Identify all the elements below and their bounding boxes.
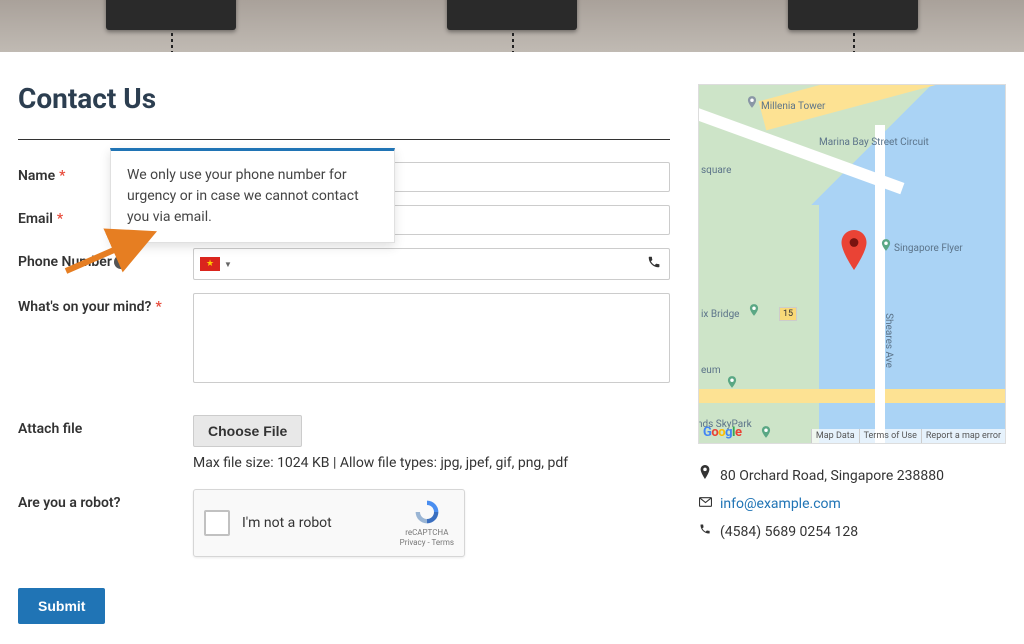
google-logo: Google	[703, 425, 741, 440]
required-mark: *	[57, 211, 63, 227]
chevron-down-icon[interactable]: ▼	[224, 260, 232, 269]
map-poi-icon	[747, 303, 761, 317]
map-label: square	[701, 165, 731, 176]
recaptcha-checkbox[interactable]	[204, 510, 230, 536]
hero-banner	[0, 0, 1024, 52]
map-poi-icon	[745, 95, 759, 109]
tooltip-arrow-icon	[56, 226, 166, 276]
vietnam-flag-icon[interactable]	[200, 257, 220, 271]
phone-icon	[647, 255, 661, 273]
contact-email-link[interactable]: info@example.com	[720, 490, 841, 518]
map-poi-icon	[879, 238, 893, 252]
map-label: ix Bridge	[701, 309, 739, 320]
envelope-icon	[698, 491, 712, 517]
map-pin-icon	[839, 230, 869, 270]
map[interactable]: Millenia Tower Marina Bay Street Circuit…	[698, 84, 1006, 444]
map-label: eum	[701, 365, 721, 376]
form-row-message: What's on your mind? *	[18, 293, 670, 387]
form-row-phone: We only use your phone number for urgenc…	[18, 248, 670, 280]
phone-image	[106, 0, 236, 30]
email-label: Email	[18, 211, 53, 227]
name-label: Name	[18, 168, 55, 184]
contact-address: 80 Orchard Road, Singapore 238880	[720, 462, 944, 490]
location-icon	[698, 463, 712, 489]
required-mark: *	[59, 168, 65, 184]
contact-info: 80 Orchard Road, Singapore 238880 info@e…	[698, 462, 1006, 546]
phone-input[interactable]: ▼	[193, 248, 670, 280]
page-title: Contact Us	[18, 82, 670, 115]
recaptcha-logo: reCAPTCHA Privacy - Terms	[400, 498, 454, 547]
map-footer: Map Data Terms of Use Report a map error	[811, 429, 1005, 443]
message-label: What's on your mind?	[18, 299, 151, 315]
divider	[18, 139, 670, 140]
choose-file-button[interactable]: Choose File	[193, 415, 302, 447]
file-label: Attach file	[18, 421, 82, 437]
map-poi-icon	[725, 375, 739, 389]
required-mark: *	[155, 299, 161, 315]
robot-label: Are you a robot?	[18, 495, 121, 511]
recaptcha-widget[interactable]: I'm not a robot reCAPTCHA Privacy - Term…	[193, 489, 465, 557]
map-label: Millenia Tower	[761, 101, 825, 112]
submit-button[interactable]: Submit	[18, 588, 105, 624]
map-terms-link[interactable]: Terms of Use	[859, 429, 921, 443]
phone-icon	[698, 519, 712, 545]
map-route-badge: 15	[779, 307, 797, 321]
map-data-link[interactable]: Map Data	[811, 429, 859, 443]
phone-image	[447, 0, 577, 30]
map-label: Sheares Ave	[883, 313, 894, 368]
map-label: Singapore Flyer	[894, 243, 963, 254]
file-hint: Max file size: 1024 KB | Allow file type…	[193, 455, 670, 471]
map-label: Marina Bay Street Circuit	[819, 137, 929, 148]
message-textarea[interactable]	[193, 293, 670, 383]
map-report-link[interactable]: Report a map error	[921, 429, 1005, 443]
map-poi-icon	[759, 425, 773, 439]
recaptcha-label: I'm not a robot	[242, 515, 400, 531]
form-row-robot: Are you a robot? I'm not a robot reCAPTC…	[18, 489, 670, 557]
phone-image	[788, 0, 918, 30]
form-row-file: Attach file Choose File Max file size: 1…	[18, 415, 670, 471]
contact-phone: (4584) 5689 0254 128	[720, 518, 858, 546]
